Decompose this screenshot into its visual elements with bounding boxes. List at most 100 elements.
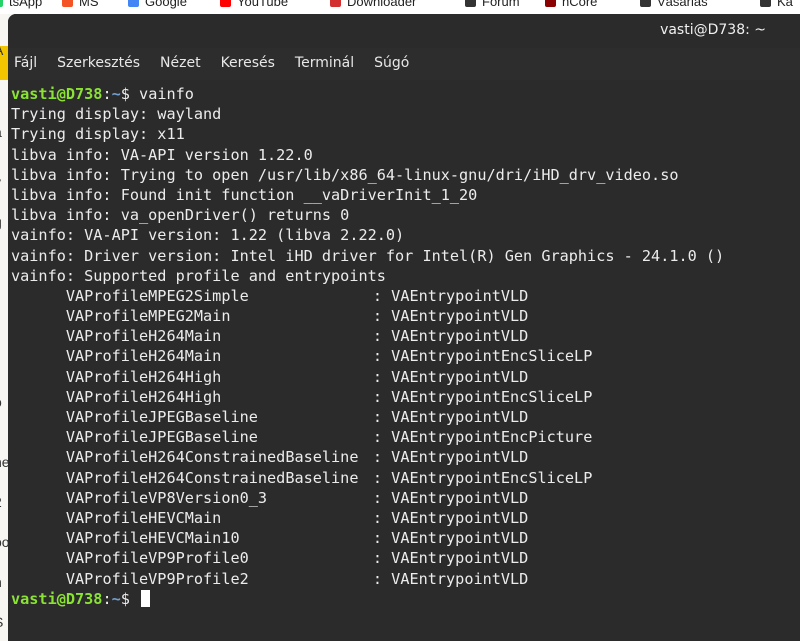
ncore-icon (545, 0, 556, 7)
bookmark-7[interactable]: nCore (545, 0, 597, 9)
terminal-screen[interactable]: vasti@D738:~$ vainfo Trying display: way… (8, 80, 800, 641)
prompt-path: ~ (111, 85, 121, 103)
profile-separator: : (372, 387, 392, 406)
command-line: vasti@D738:~$ vainfo (11, 84, 800, 104)
bookmark-label: Forum (482, 0, 520, 9)
output-line: libva info: Found init function __vaDriv… (11, 185, 478, 204)
command-text: vainfo (139, 85, 194, 103)
profile-name: VAProfileH264High (65, 387, 222, 406)
entrypoint-name: VAEntrypointVLD (391, 408, 529, 426)
profile-name: VAProfileVP9Profile2 (65, 569, 249, 588)
output-line: libva info: Trying to open /usr/lib/x86_… (11, 165, 679, 184)
profile-separator: : (372, 468, 392, 487)
prompt-path: ~ (111, 589, 121, 608)
output-line: libva info: va_openDriver() returns 0 (11, 206, 350, 225)
profile-row: VAProfileVP8Version0_3: VAEntrypointVLD (11, 488, 800, 508)
download-icon (330, 0, 341, 7)
profile-name: VAProfileH264High (65, 367, 222, 386)
profile-name: VAProfileH264ConstrainedBaseline (65, 448, 359, 467)
profile-list: VAProfileMPEG2Simple: VAEntrypointVLD VA… (11, 286, 800, 589)
bookmark-6[interactable]: Forum (465, 0, 520, 9)
bookmark-4[interactable]: YouTube (220, 0, 288, 9)
profile-name: VAProfileVP9Profile0 (65, 549, 249, 568)
profile-name: VAProfileMPEG2Main (65, 307, 231, 326)
profile-row: VAProfileH264ConstrainedBaseline: VAEntr… (11, 447, 800, 467)
profile-name: VAProfileH264Main (65, 327, 222, 346)
microsoft-icon (62, 0, 73, 7)
text-cursor (141, 589, 151, 607)
entrypoint-name: VAEntrypointVLD (391, 569, 529, 588)
profile-separator: : (372, 448, 392, 467)
profile-row: VAProfileH264ConstrainedBaseline: VAEntr… (11, 468, 800, 488)
profile-row: VAProfileVP9Profile2: VAEntrypointVLD (11, 569, 800, 589)
entrypoint-name: VAEntrypointVLD (391, 549, 529, 568)
menu-help[interactable]: Súgó (374, 55, 409, 71)
bookmark-1[interactable]: tsApp (0, 0, 42, 9)
profile-name: VAProfileHEVCMain10 (65, 529, 240, 548)
profile-separator: : (372, 327, 392, 346)
profile-separator: : (372, 549, 392, 568)
entrypoint-name: VAEntrypointVLD (391, 367, 529, 386)
profile-row: VAProfileJPEGBaseline: VAEntrypointEncPi… (11, 427, 800, 447)
entrypoint-name: VAEntrypointVLD (391, 307, 529, 326)
profile-separator: : (372, 367, 392, 386)
title-bar[interactable]: vasti@D738: ~ (8, 14, 800, 48)
output-line: libva info: VA-API version 1.22.0 (11, 145, 313, 164)
profile-separator: : (372, 408, 392, 426)
bookmark-3[interactable]: Google (128, 0, 187, 9)
bookmark-9[interactable]: Ka (760, 0, 793, 9)
menu-search[interactable]: Keresés (221, 55, 275, 71)
prompt-symbol: $ (120, 85, 140, 103)
profile-separator: : (372, 286, 392, 305)
background-window-edge: Aaygrtöhe2oonS (0, 14, 8, 641)
background-text-fragment: n (0, 574, 2, 590)
profile-name: VAProfileH264ConstrainedBaseline (65, 468, 359, 487)
menu-edit[interactable]: Szerkesztés (57, 55, 140, 71)
bookmark-8[interactable]: Vásárlás (640, 0, 708, 9)
folder-icon (760, 0, 771, 7)
command-output: Trying display: wayland Trying display: x… (11, 104, 800, 286)
output-line: Trying display: x11 (11, 125, 185, 144)
output-line: vainfo: VA-API version: 1.22 (libva 2.22… (11, 226, 405, 245)
bookmark-label: nCore (562, 0, 598, 9)
prompt-user: vasti@D738 (11, 589, 103, 608)
profile-name: VAProfileHEVCMain (65, 508, 222, 527)
profile-row: VAProfileMPEG2Main: VAEntrypointVLD (11, 306, 800, 326)
profile-separator: : (372, 428, 392, 447)
profile-row: VAProfileJPEGBaseline: VAEntrypointVLD (11, 407, 800, 427)
window-title: vasti@D738: ~ (660, 22, 766, 38)
prompt-separator: : (102, 589, 112, 608)
active-prompt-line[interactable]: vasti@D738:~$ (11, 589, 800, 609)
bookmark-label: Google (145, 0, 187, 9)
bookmark-label: Ka (777, 0, 793, 9)
profile-separator: : (372, 569, 392, 588)
menu-file[interactable]: Fájl (14, 55, 37, 71)
prompt-symbol: $ (120, 589, 140, 608)
prompt-separator: : (102, 85, 112, 103)
bookmark-2[interactable]: MS (62, 0, 99, 9)
forum-icon (465, 0, 476, 7)
profile-separator: : (372, 529, 392, 548)
whatsapp-icon (0, 0, 3, 7)
profile-name: VAProfileMPEG2Simple (65, 286, 249, 305)
bookmark-5[interactable]: Downloader (330, 0, 416, 9)
background-text-fragment: oo (0, 534, 8, 550)
terminal-window[interactable]: vasti@D738: ~ Fájl Szerkesztés Nézet Keresé… (8, 14, 800, 641)
entrypoint-name: VAEntrypointVLD (391, 508, 529, 527)
profile-row: VAProfileH264Main: VAEntrypointEncSliceL… (11, 346, 800, 366)
output-line: Trying display: wayland (11, 105, 222, 124)
background-text-fragment: 2 (0, 494, 2, 510)
background-bookmarks-bar: tsApp MS Google YouTube Downloader Forum nCore… (0, 0, 800, 14)
menu-view[interactable]: Nézet (160, 55, 201, 71)
background-text-fragment: y (0, 174, 1, 190)
bookmark-label: YouTube (237, 0, 289, 9)
menu-terminal[interactable]: Terminál (295, 55, 354, 71)
profile-separator: : (372, 347, 392, 366)
output-line: vainfo: Driver version: Intel iHD driver… (11, 246, 725, 265)
profile-row: VAProfileH264Main: VAEntrypointVLD (11, 326, 800, 346)
profile-separator: : (372, 307, 392, 326)
background-text-fragment: ö (0, 394, 2, 410)
background-text-fragment: he (0, 454, 8, 470)
bookmark-label: Vásárlás (657, 0, 708, 9)
background-text-fragment: a (0, 124, 2, 140)
